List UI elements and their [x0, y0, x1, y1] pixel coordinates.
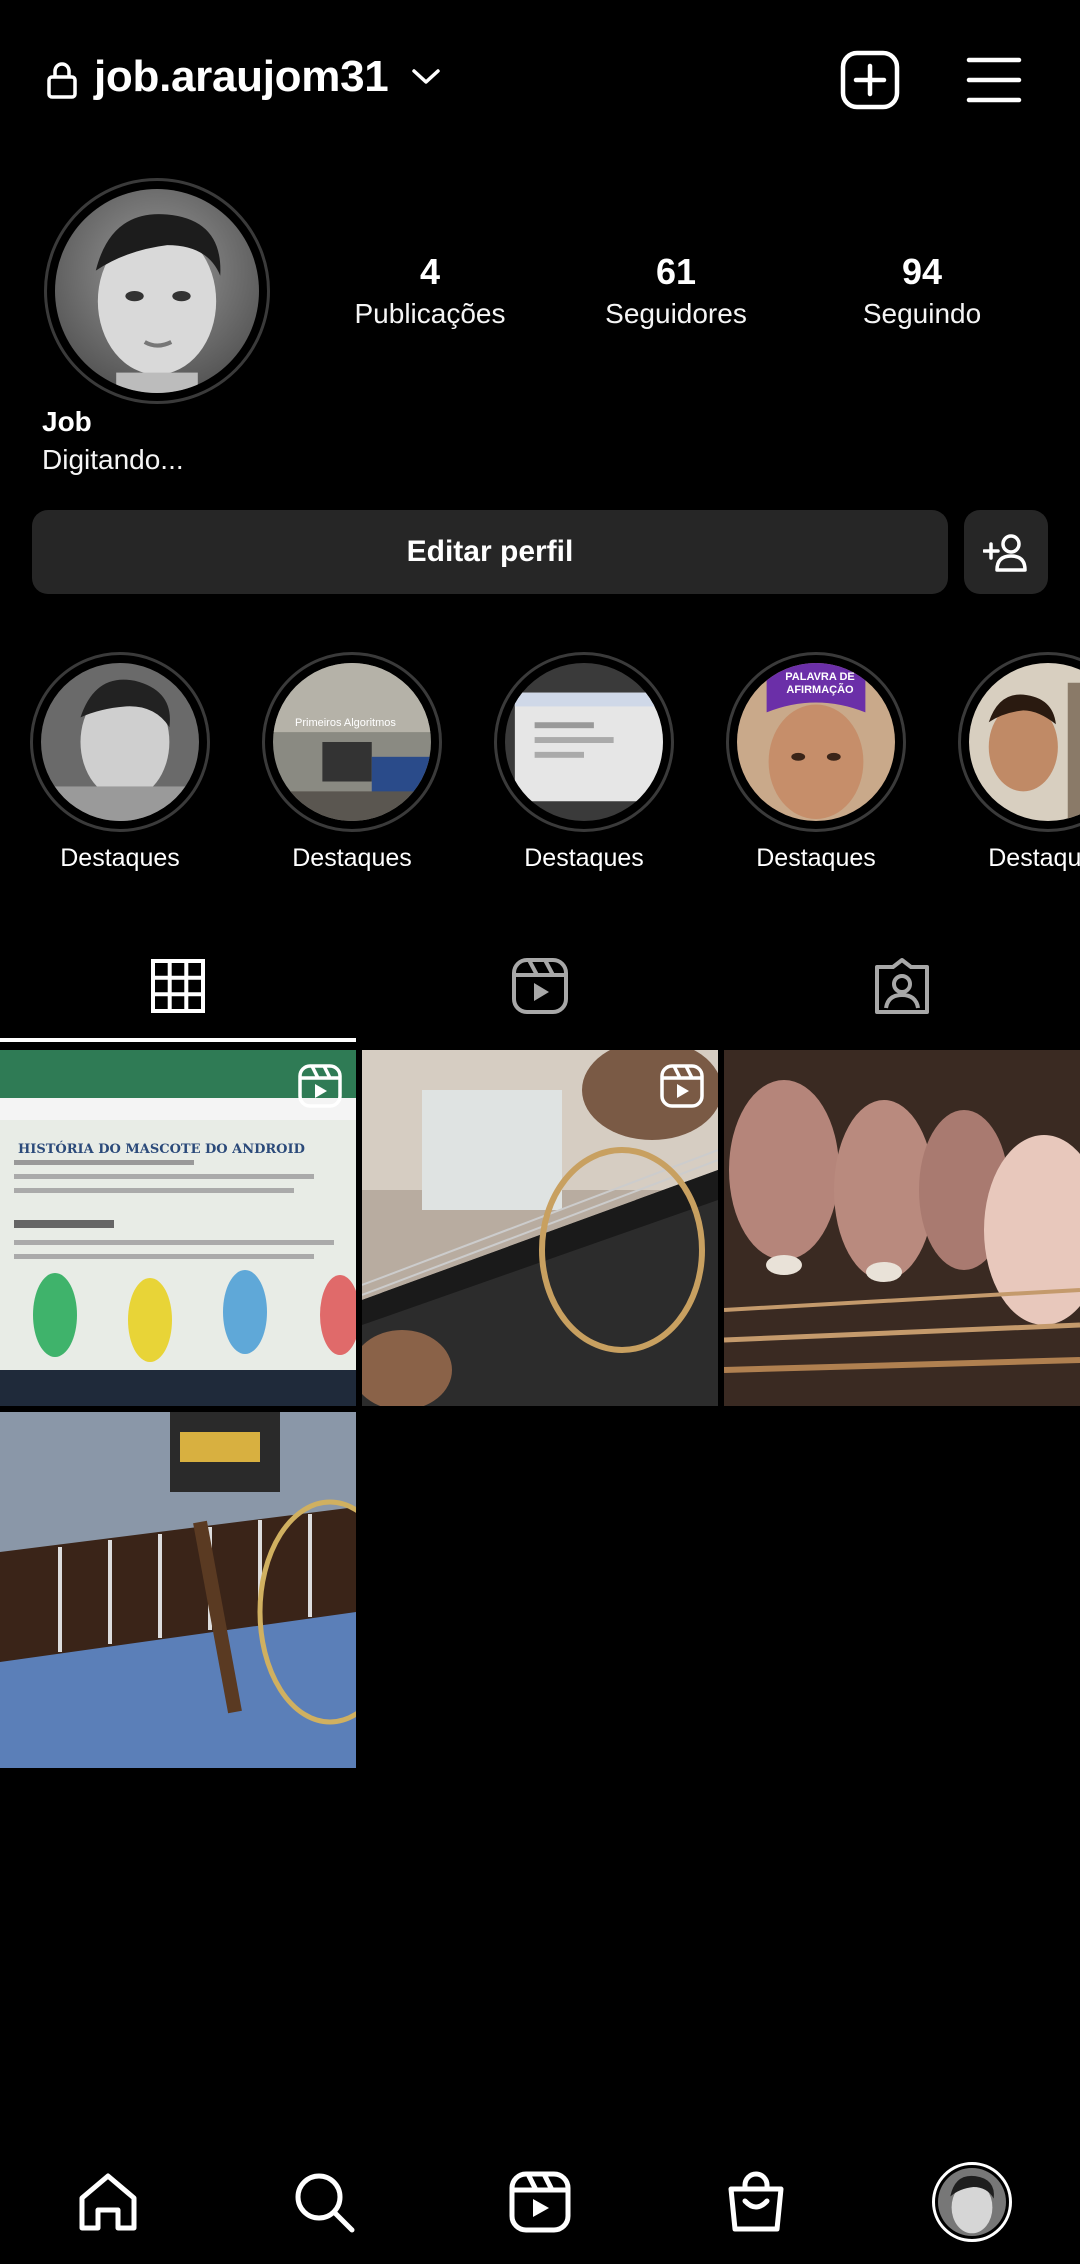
stat-value: 94	[901, 251, 943, 292]
highlight-item[interactable]: Destaques	[30, 652, 210, 873]
nav-home[interactable]	[68, 2162, 148, 2242]
highlight-cover	[969, 663, 1080, 821]
highlight-label: Destaques	[292, 844, 412, 872]
highlight-label: Destaques	[524, 844, 644, 872]
lock-icon	[47, 62, 77, 99]
nav-reels[interactable]	[500, 2162, 580, 2242]
highlight-label: Destaques	[988, 844, 1080, 872]
highlight-overlay-text: Primeiros Algoritmos	[295, 717, 396, 729]
highlight-item[interactable]: Destaques	[958, 652, 1080, 873]
active-tab-indicator	[0, 1038, 356, 1042]
reels-icon	[512, 958, 568, 1014]
plus-square-icon[interactable]	[840, 50, 900, 110]
stat-label: Seguindo	[862, 298, 982, 329]
tagged-icon	[875, 958, 929, 1014]
highlight-cover	[273, 663, 431, 821]
tab-reels[interactable]	[362, 930, 718, 1042]
stat-posts[interactable]: 4 Publicações	[350, 250, 510, 332]
post-image	[724, 1050, 1080, 1406]
avatar-photo	[55, 189, 259, 393]
discover-people-button[interactable]	[964, 510, 1048, 594]
highlight-item[interactable]: PALAVRA DE AFIRMAÇÃO Destaques	[726, 652, 906, 873]
highlight-cover	[505, 663, 663, 821]
profile-avatar	[932, 2162, 1012, 2242]
stat-following[interactable]: 94 Seguindo	[842, 250, 1002, 332]
highlight-cover	[41, 663, 199, 821]
reels-icon	[509, 2171, 571, 2233]
highlight-label: Destaques	[756, 844, 876, 872]
stat-label: Publicações	[354, 298, 506, 329]
reel-badge-icon	[660, 1064, 704, 1108]
profile-tabs	[0, 930, 1080, 1042]
profile-name: Job	[42, 406, 92, 437]
stat-label: Seguidores	[605, 298, 747, 329]
highlight-overlay-text: PALAVRA DE AFIRMAÇÃO	[785, 671, 855, 696]
chevron-down-icon[interactable]	[410, 66, 442, 88]
home-icon	[79, 2173, 137, 2231]
profile-username[interactable]: job.araujom31	[94, 52, 389, 102]
stat-value: 61	[655, 251, 697, 292]
stat-followers[interactable]: 61 Seguidores	[596, 250, 756, 332]
tab-tagged[interactable]	[724, 930, 1080, 1042]
stat-value: 4	[419, 251, 441, 292]
post-thumbnail[interactable]	[0, 1412, 356, 1768]
shop-icon	[728, 2171, 784, 2232]
post-thumbnail[interactable]: HISTÓRIA DO MASCOTE DO ANDROID	[0, 1050, 356, 1406]
post-image	[0, 1412, 356, 1768]
grid-icon	[151, 959, 205, 1013]
nav-search[interactable]	[284, 2162, 364, 2242]
tab-posts-grid[interactable]	[0, 930, 356, 1042]
avatar-photo	[938, 2168, 1006, 2236]
search-icon	[295, 2173, 355, 2233]
post-thumbnail-text: HISTÓRIA DO MASCOTE DO ANDROID	[18, 1142, 305, 1157]
nav-profile[interactable]	[932, 2162, 1012, 2242]
highlight-item[interactable]: Destaques	[494, 652, 674, 873]
profile-avatar[interactable]	[44, 178, 270, 404]
hamburger-menu-icon[interactable]	[966, 54, 1022, 106]
edit-profile-button[interactable]: Editar perfil	[32, 510, 948, 594]
add-person-icon	[983, 534, 1027, 572]
profile-bio: Digitando...	[42, 444, 184, 475]
highlight-label: Destaques	[60, 844, 180, 872]
top-bar: job.araujom31	[0, 0, 1080, 160]
post-thumbnail[interactable]	[724, 1050, 1080, 1406]
post-thumbnail[interactable]	[362, 1050, 718, 1406]
story-highlights: Destaques Primeiros Algoritmos Destaques	[0, 652, 1080, 882]
reel-badge-icon	[298, 1064, 342, 1108]
bottom-navigation	[0, 2140, 1080, 2264]
nav-shop[interactable]	[716, 2162, 796, 2242]
highlight-item[interactable]: Primeiros Algoritmos Destaques	[262, 652, 442, 873]
